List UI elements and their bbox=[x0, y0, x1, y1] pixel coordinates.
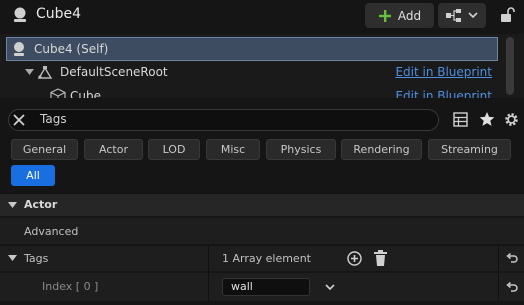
tab-streaming[interactable]: Streaming bbox=[428, 139, 511, 160]
search-value: Tags bbox=[40, 112, 67, 126]
hierarchy-icon bbox=[445, 8, 463, 23]
tree-item-label: DefaultSceneRoot bbox=[60, 65, 168, 79]
chevron-down-icon[interactable] bbox=[325, 283, 335, 291]
property-matrix-icon[interactable] bbox=[453, 112, 468, 127]
tags-property-row: Tags 1 Array element bbox=[0, 246, 524, 271]
tree-item-label: Cube bbox=[70, 89, 101, 98]
tree-row-defaultsceneroot[interactable]: DefaultSceneRoot Edit in Blueprint bbox=[6, 61, 498, 85]
search-input[interactable] bbox=[8, 109, 439, 131]
blueprint-options-button[interactable] bbox=[438, 3, 486, 28]
collapse-arrow-icon bbox=[8, 202, 17, 209]
cube-icon bbox=[50, 88, 66, 98]
clear-search-icon[interactable] bbox=[13, 114, 25, 126]
component-tree: Cube4 (Self) DefaultSceneRoot Edit in Bl… bbox=[0, 34, 524, 98]
column-divider[interactable] bbox=[208, 246, 209, 302]
edit-in-blueprint-link[interactable]: Edit in Blueprint bbox=[395, 65, 492, 79]
plus-icon bbox=[378, 9, 392, 23]
reset-column bbox=[498, 273, 524, 301]
tab-rendering[interactable]: Rendering bbox=[341, 139, 422, 160]
section-title: Actor bbox=[24, 198, 58, 211]
tab-misc[interactable]: Misc bbox=[206, 139, 260, 160]
expand-arrow-icon[interactable] bbox=[8, 255, 17, 262]
tab-all[interactable]: All bbox=[11, 165, 55, 186]
reset-to-default-icon[interactable] bbox=[506, 252, 518, 264]
tree-row-self[interactable]: Cube4 (Self) bbox=[6, 37, 498, 61]
tag-value: wall bbox=[231, 280, 253, 293]
tab-physics[interactable]: Physics bbox=[266, 139, 336, 160]
advanced-label: Advanced bbox=[24, 225, 79, 238]
actor-icon bbox=[11, 41, 27, 57]
section-header-actor[interactable]: Actor bbox=[0, 193, 524, 216]
tab-actor[interactable]: Actor bbox=[84, 139, 143, 160]
tab-lod[interactable]: LOD bbox=[148, 139, 200, 160]
trash-icon[interactable] bbox=[373, 250, 388, 267]
tab-general[interactable]: General bbox=[11, 139, 78, 160]
scene-root-icon bbox=[37, 64, 53, 80]
actor-title: Cube4 bbox=[36, 6, 82, 22]
tags-label: Tags bbox=[24, 252, 49, 265]
tree-row-cube[interactable]: Cube Edit in Blueprint bbox=[6, 85, 498, 98]
tree-item-label: Cube4 (Self) bbox=[34, 42, 109, 56]
add-label: Add bbox=[397, 8, 422, 23]
chevron-down-icon bbox=[468, 11, 478, 19]
reset-to-default-icon[interactable] bbox=[506, 281, 518, 293]
unlock-icon[interactable] bbox=[500, 7, 515, 23]
tree-scrollbar[interactable] bbox=[506, 37, 514, 95]
edit-in-blueprint-link[interactable]: Edit in Blueprint bbox=[395, 89, 492, 98]
array-count: 1 Array element bbox=[222, 252, 311, 265]
details-header: Cube4 Add bbox=[0, 0, 524, 32]
expand-arrow-icon[interactable] bbox=[25, 69, 34, 76]
star-icon[interactable] bbox=[479, 111, 495, 127]
actor-icon bbox=[11, 6, 29, 24]
advanced-row[interactable]: Advanced bbox=[0, 218, 524, 244]
add-component-button[interactable]: Add bbox=[365, 3, 434, 28]
reset-column bbox=[498, 246, 524, 271]
index-label: Index [ 0 ] bbox=[42, 280, 99, 293]
gear-icon[interactable] bbox=[503, 111, 520, 128]
add-element-icon[interactable] bbox=[346, 250, 363, 267]
